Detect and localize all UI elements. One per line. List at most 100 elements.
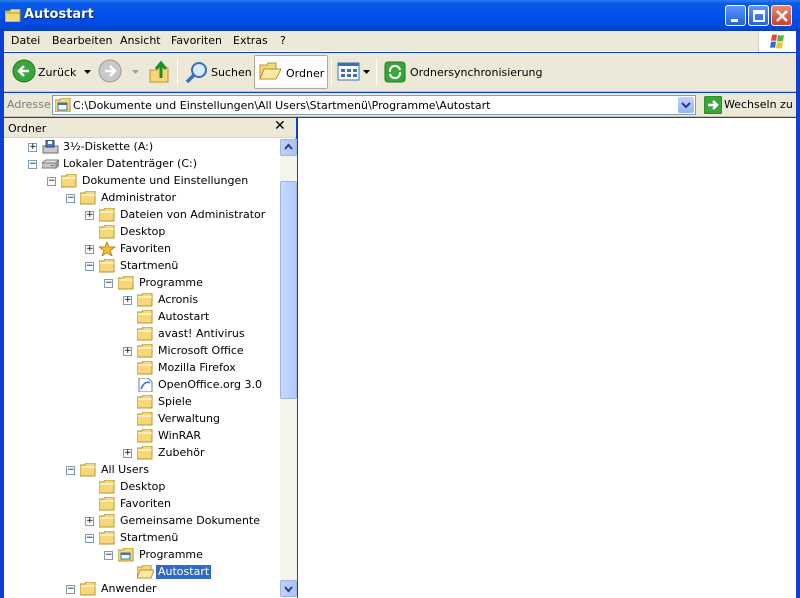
views-button[interactable] — [335, 55, 373, 89]
title-bar[interactable]: Autostart — [0, 0, 800, 31]
menu-favoriten[interactable]: Favoriten — [171, 34, 222, 47]
close-button[interactable] — [771, 5, 792, 26]
tree-item-label: Autostart — [158, 310, 210, 323]
tree-item[interactable]: − Dokumente und Einstellungen — [4, 173, 279, 190]
tree-item[interactable]: avast! Antivirus — [4, 326, 279, 343]
tree-item-label: Desktop — [120, 480, 166, 493]
folder-icon — [5, 9, 21, 22]
folder-icon — [137, 395, 153, 409]
chevron-down-icon — [284, 586, 293, 593]
tree-item[interactable]: + Dateien von Administrator — [4, 207, 279, 224]
tree-item[interactable]: − Startmenü — [4, 530, 279, 547]
tree-item[interactable]: Spiele — [4, 394, 279, 411]
folder-sync-button[interactable]: Ordnersynchronisierung — [381, 55, 543, 89]
back-button[interactable]: Zurück — [8, 55, 92, 89]
tree-item-label: Gemeinsame Dokumente — [120, 514, 260, 527]
minimize-button[interactable] — [725, 5, 746, 26]
expand-icon[interactable]: + — [28, 143, 37, 152]
folder-icon — [99, 225, 115, 239]
folder-pane: Ordner ✕ +3½-Diskette (A:) − Lokaler Daten… — [4, 118, 297, 598]
forward-button[interactable] — [96, 55, 142, 89]
folder-icon — [137, 344, 153, 358]
tree-item[interactable]: Favoriten — [4, 496, 279, 513]
address-label: Adresse — [7, 98, 51, 111]
address-input[interactable]: C:\Dokumente und Einstellungen\All Users… — [52, 95, 696, 115]
chevron-down-icon[interactable] — [363, 70, 370, 75]
tree-item[interactable]: + Microsoft Office — [4, 343, 279, 360]
tree-item[interactable]: Desktop — [4, 479, 279, 496]
collapse-icon[interactable]: − — [66, 194, 75, 203]
tree-item[interactable]: Desktop — [4, 224, 279, 241]
collapse-icon[interactable]: − — [66, 585, 75, 594]
menu-ansicht[interactable]: Ansicht — [120, 34, 161, 47]
folder-open-icon — [137, 565, 154, 579]
tree-item[interactable]: − Anwender — [4, 581, 279, 598]
collapse-icon[interactable]: − — [104, 551, 113, 560]
scroll-thumb[interactable] — [280, 181, 297, 399]
folders-button[interactable]: Ordner — [254, 55, 328, 89]
tree-item[interactable]: WinRAR — [4, 428, 279, 445]
tree-item[interactable]: +3½-Diskette (A:) — [4, 139, 279, 156]
address-dropdown-button[interactable] — [678, 97, 694, 113]
tree-item[interactable]: + Acronis — [4, 292, 279, 309]
collapse-icon[interactable]: − — [85, 262, 94, 271]
tree-item-label: Dokumente und Einstellungen — [82, 174, 249, 187]
menu-extras[interactable]: Extras — [233, 34, 268, 47]
tree-item[interactable]: + Favoriten — [4, 241, 279, 258]
maximize-button[interactable] — [748, 5, 769, 26]
tree-item-label: Startmenü — [120, 259, 179, 272]
tree-item[interactable]: − Programme — [4, 547, 279, 564]
file-list-pane[interactable] — [298, 118, 796, 598]
folder-icon — [80, 582, 96, 596]
tree-item[interactable]: − Administrator — [4, 190, 279, 207]
up-folder-button[interactable] — [146, 55, 174, 89]
favorites-star-icon — [99, 242, 116, 256]
search-button[interactable]: Suchen — [182, 55, 252, 89]
tree-item[interactable]: − Programme — [4, 275, 279, 292]
chevron-down-icon[interactable] — [132, 70, 139, 75]
go-button[interactable]: Wechseln zu — [702, 96, 794, 114]
expand-icon[interactable]: + — [123, 449, 132, 458]
tree-item-label: Programme — [139, 276, 203, 289]
tree-item-label: Mozilla Firefox — [158, 361, 236, 374]
expand-icon[interactable]: + — [123, 296, 132, 305]
collapse-icon[interactable]: − — [47, 177, 56, 186]
tree-item-label: Favoriten — [120, 497, 171, 510]
menu-datei[interactable]: Datei — [11, 34, 40, 47]
expand-icon[interactable]: + — [85, 211, 94, 220]
folder-icon — [137, 293, 153, 307]
vertical-scrollbar[interactable] — [280, 139, 297, 598]
collapse-icon[interactable]: − — [104, 279, 113, 288]
tree-item[interactable]: Verwaltung — [4, 411, 279, 428]
scroll-down-button[interactable] — [280, 580, 297, 597]
close-icon[interactable]: ✕ — [274, 118, 286, 134]
tree-item[interactable]: − Startmenü — [4, 258, 279, 275]
tree-item[interactable]: − All Users — [4, 462, 279, 479]
menu-help[interactable]: ? — [280, 34, 286, 47]
sync-label: Ordnersynchronisierung — [410, 66, 543, 79]
tree-item[interactable]: Mozilla Firefox — [4, 360, 279, 377]
tree-item[interactable]: OpenOffice.org 3.0 — [4, 377, 279, 394]
tree-item-label: Programme — [139, 548, 203, 561]
chevron-down-icon[interactable] — [84, 70, 91, 75]
toolbar-separator — [177, 58, 178, 86]
scroll-up-button[interactable] — [280, 139, 297, 156]
tree-item[interactable]: + Zubehör — [4, 445, 279, 462]
chevron-up-icon — [284, 143, 293, 150]
address-bar: Adresse C:\Dokumente und Einstellungen\A… — [4, 93, 796, 117]
tree-item[interactable]: Autostart — [4, 309, 279, 326]
tree-item[interactable]: + Gemeinsame Dokumente — [4, 513, 279, 530]
tree-item[interactable]: Autostart — [4, 564, 279, 581]
collapse-icon[interactable]: − — [85, 534, 94, 543]
expand-icon[interactable]: + — [123, 347, 132, 356]
expand-icon[interactable]: + — [85, 517, 94, 526]
floppy-drive-icon — [42, 140, 59, 154]
collapse-icon[interactable]: − — [66, 466, 75, 475]
menu-bearbeiten[interactable]: Bearbeiten — [52, 34, 112, 47]
tree-item[interactable]: − Lokaler Datenträger (C:) — [4, 156, 279, 173]
collapse-icon[interactable]: − — [28, 160, 37, 169]
folder-icon — [137, 327, 153, 341]
tree-item-label: 3½-Diskette (A:) — [63, 140, 154, 153]
tree-item-label: Dateien von Administrator — [120, 208, 266, 221]
expand-icon[interactable]: + — [85, 245, 94, 254]
